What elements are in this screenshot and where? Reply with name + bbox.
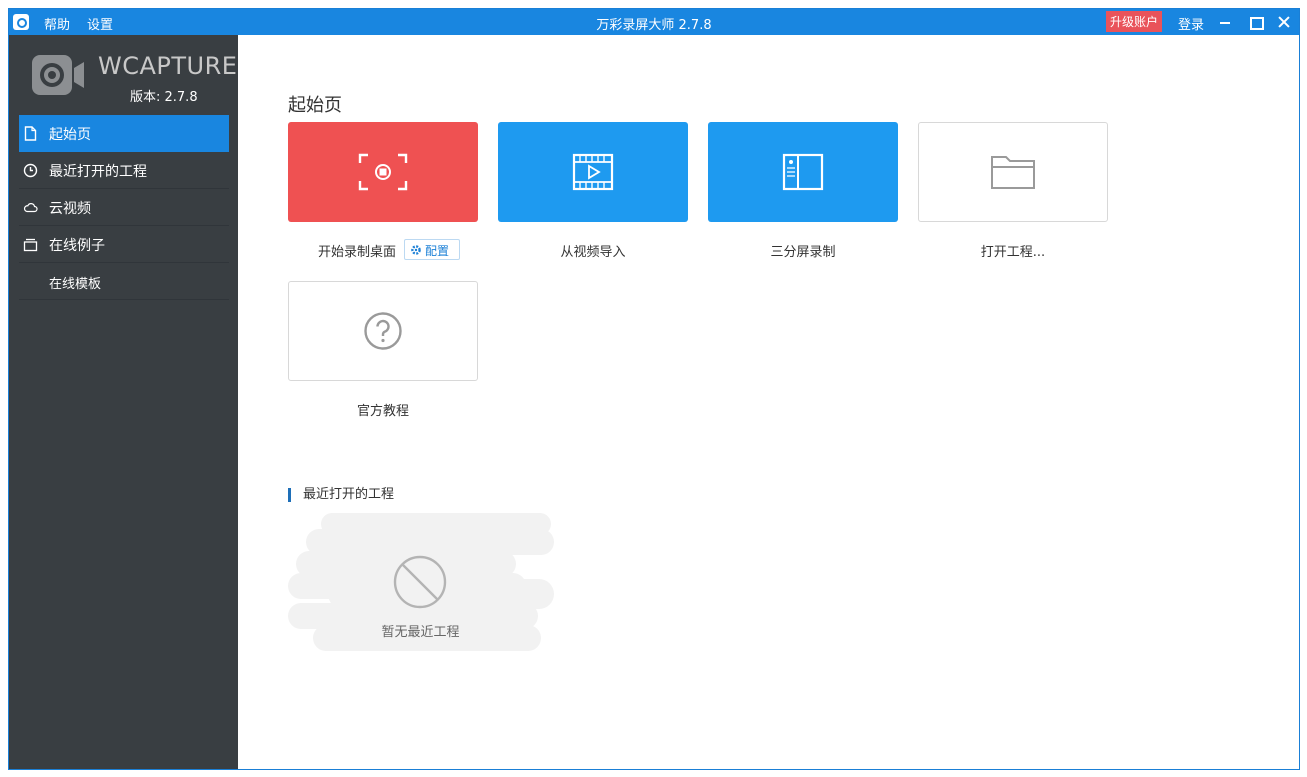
document-icon [24, 126, 37, 141]
sidebar-nav: 起始页 最近打开的工程 云视频 在线例子 在线模板 [19, 115, 229, 300]
app-logo-icon [13, 14, 29, 30]
sidebar-item-label: 在线例子 [49, 238, 105, 254]
record-screen-icon [358, 153, 408, 191]
brand: WCAPTURE 版本: 2.7.8 [9, 35, 238, 115]
sidebar: WCAPTURE 版本: 2.7.8 起始页 最近打开的工程 云视频 在线例子 … [9, 35, 238, 769]
split-screen-card[interactable] [708, 122, 898, 222]
empty-state-text: 暂无最近工程 [381, 625, 460, 640]
menu-settings[interactable]: 设置 [87, 14, 113, 33]
sidebar-item-label: 起始页 [49, 127, 91, 143]
record-desktop-card[interactable] [288, 122, 478, 222]
maximize-icon[interactable] [1241, 9, 1269, 35]
open-project-card[interactable] [918, 122, 1108, 222]
close-icon[interactable] [1270, 9, 1298, 35]
cloud-icon [23, 203, 38, 213]
help-icon [364, 312, 402, 350]
page-title: 起始页 [288, 95, 342, 116]
open-project-label: 打开工程... [980, 245, 1046, 260]
import-video-card[interactable] [498, 122, 688, 222]
config-button[interactable]: 配置 [404, 239, 460, 260]
stack-icon [23, 238, 38, 252]
split-screen-label: 三分屏录制 [770, 245, 836, 260]
config-label: 配置 [425, 244, 450, 258]
login-button[interactable]: 登录 [1178, 14, 1204, 33]
tutorial-card[interactable] [288, 281, 478, 381]
sidebar-item-start-page[interactable]: 起始页 [19, 115, 229, 152]
main-content: 起始页 开始录制桌面 配置 从视频导入 三分屏录制 打开工程... 官方教程 最… [238, 35, 1299, 769]
tutorial-label: 官方教程 [356, 404, 409, 419]
brand-name: WCAPTURE [98, 52, 238, 80]
clock-icon [23, 163, 38, 178]
app-window: 帮助 设置 万彩录屏大师 2.7.8 升级账户 登录 WCAPTURE 版本: … [8, 8, 1300, 770]
sidebar-item-cloud-video[interactable]: 云视频 [19, 189, 229, 226]
record-desktop-label: 开始录制桌面 [317, 245, 396, 260]
import-video-label: 从视频导入 [560, 245, 626, 260]
wcapture-logo-icon [32, 55, 84, 95]
folder-icon [991, 156, 1035, 189]
recent-projects-title: 最近打开的工程 [288, 488, 394, 502]
sidebar-item-label: 最近打开的工程 [49, 164, 147, 180]
sidebar-item-label: 云视频 [49, 201, 91, 217]
sidebar-item-online-examples[interactable]: 在线例子 [19, 226, 229, 263]
minimize-icon[interactable] [1211, 9, 1239, 35]
upgrade-account-button[interactable]: 升级账户 [1106, 11, 1163, 32]
sidebar-item-online-templates[interactable]: 在线模板 [19, 263, 229, 300]
gear-icon [411, 245, 421, 255]
film-import-icon [572, 153, 614, 191]
menu-help[interactable]: 帮助 [44, 14, 70, 33]
title-bar: 帮助 设置 万彩录屏大师 2.7.8 升级账户 登录 [9, 9, 1299, 35]
sidebar-item-recent-projects[interactable]: 最近打开的工程 [19, 152, 229, 189]
sidebar-item-label: 在线模板 [49, 277, 102, 292]
split-screen-icon [782, 153, 824, 191]
version-label: 版本: 2.7.8 [130, 90, 198, 105]
